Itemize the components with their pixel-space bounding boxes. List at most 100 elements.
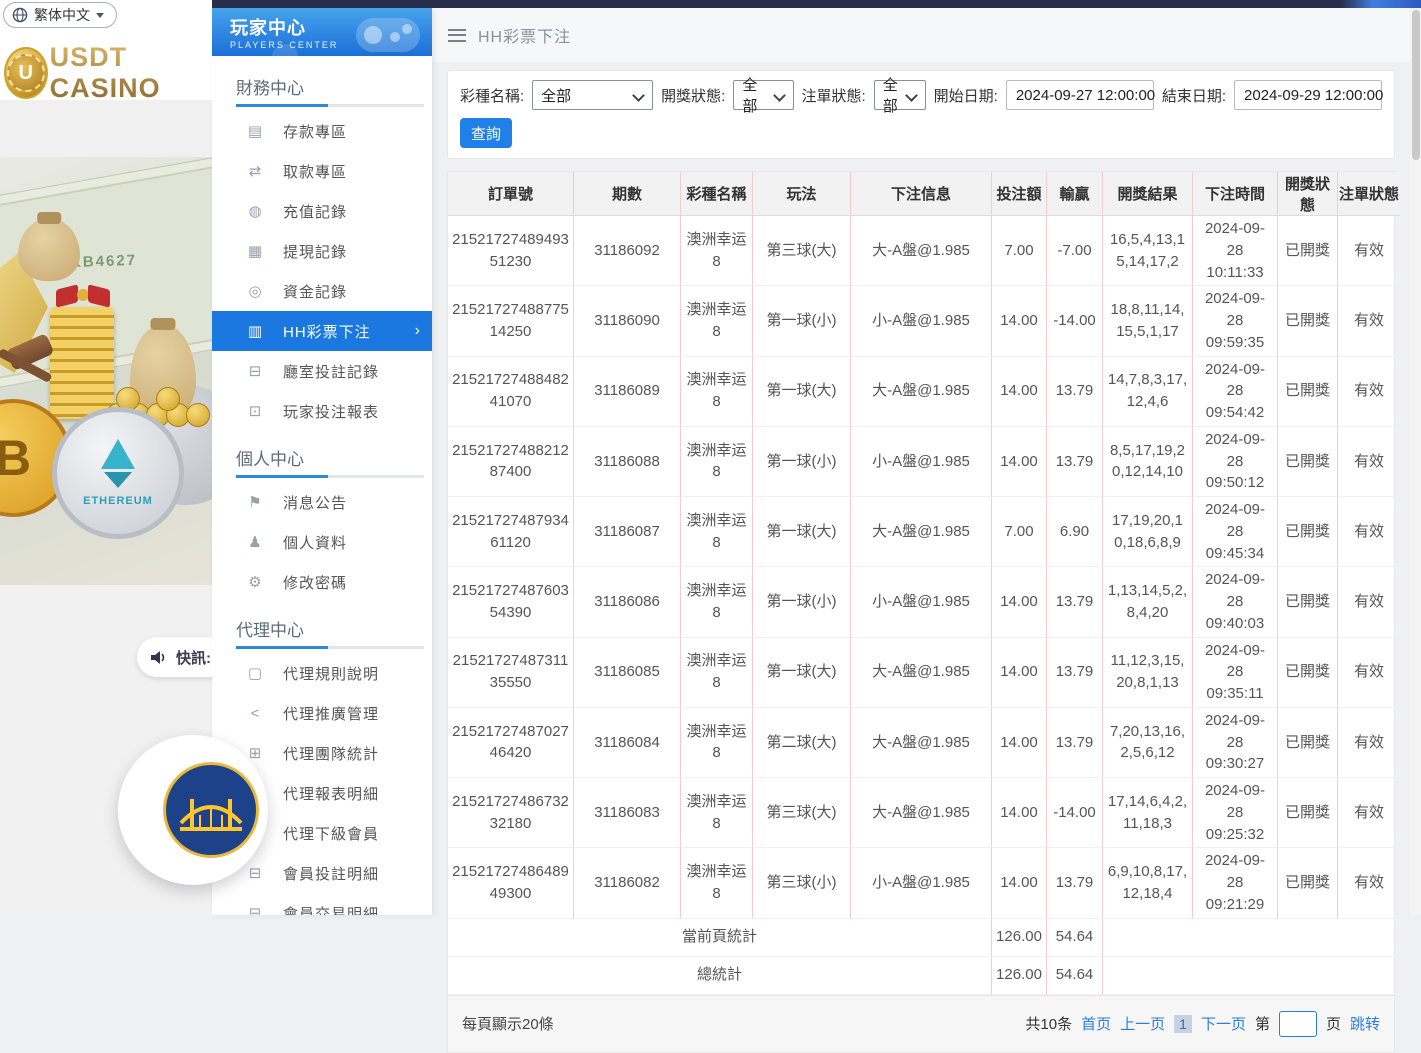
cell-bet-time: 2024-09-28 09:50:12: [1193, 427, 1278, 497]
order-status-select[interactable]: 全部: [874, 80, 926, 110]
cell-bet-amount: 14.00: [992, 638, 1047, 708]
cell-period: 31186085: [574, 638, 681, 708]
ethereum-logo-icon: [101, 439, 135, 469]
sidebar-section-title: 個人中心: [236, 445, 408, 475]
cell-bet-amount: 14.00: [992, 848, 1047, 918]
col-header-order-status: 注單狀態: [1338, 172, 1400, 216]
cell-bet-info: 大-A盤@1.985: [851, 708, 992, 778]
page-jump-input[interactable]: [1279, 1011, 1317, 1037]
sidebar-item-profile[interactable]: ♟個人資料: [212, 522, 432, 562]
sidebar-item-withdraw[interactable]: ⇄ 取款專區: [212, 151, 432, 191]
cell-play-type: 第一球(大): [753, 357, 851, 427]
money-bag-art: [18, 219, 80, 281]
cell-bet-amount: 14.00: [992, 427, 1047, 497]
cell-bet-info: 小-A盤@1.985: [851, 427, 992, 497]
sidebar-item-label: 會員交易明細: [283, 903, 379, 916]
cell-order-no: 2152172748821287400: [448, 427, 574, 497]
sidebar-item-recharge-record[interactable]: ◍充值記錄: [212, 191, 432, 231]
col-header-lottery-name: 彩種名稱: [681, 172, 753, 216]
sidebar-item-label: 代理下級會員: [283, 823, 379, 844]
cell-draw-result: 11,12,3,15,20,8,1,13: [1103, 638, 1193, 708]
cell-order-no: 2152172748877514250: [448, 286, 574, 356]
cell-draw-result: 1,13,14,5,2,8,4,20: [1103, 567, 1193, 637]
cell-period: 31186089: [574, 357, 681, 427]
end-date-input[interactable]: 2024-09-29 12:00:00: [1234, 80, 1382, 110]
cell-order-status: 有效: [1338, 216, 1400, 286]
floating-service-widget[interactable]: [118, 735, 268, 885]
table-body: 215217274894935123031186092澳洲幸运8第三球(大)大-…: [448, 216, 1400, 995]
cell-lottery-name: 澳洲幸运8: [681, 708, 753, 778]
sidebar-item-password-gear[interactable]: ⚙修改密碼: [212, 562, 432, 602]
sidebar-item-label: 取款專區: [283, 161, 347, 182]
first-page-link[interactable]: 首页: [1081, 1013, 1111, 1034]
cell-lottery-name: 澳洲幸运8: [681, 216, 753, 286]
scrollbar-thumb[interactable]: [1412, 10, 1420, 160]
notice-bell-icon: ⚑: [245, 493, 265, 511]
prev-page-link[interactable]: 上一页: [1120, 1013, 1165, 1034]
summary-bet-total: 126.00: [992, 919, 1047, 957]
cell-draw-status: 已開獎: [1278, 427, 1338, 497]
cell-order-status: 有效: [1338, 497, 1400, 567]
start-date-input[interactable]: 2024-09-27 12:00:00: [1006, 80, 1154, 110]
cell-period: 31186087: [574, 497, 681, 567]
cell-order-status: 有效: [1338, 427, 1400, 497]
jump-link[interactable]: 跳转: [1350, 1013, 1380, 1034]
search-button[interactable]: 查詢: [460, 118, 512, 148]
sidebar-item-bank-card[interactable]: ▤存款專區: [212, 111, 432, 151]
withdraw-icon: ⇄: [245, 162, 265, 180]
cell-order-no: 2152172748760354390: [448, 567, 574, 637]
cell-draw-result: 16,5,4,13,15,14,17,2: [1103, 216, 1193, 286]
cell-order-status: 有效: [1338, 778, 1400, 848]
left-top-bar: 繁体中文 U USDT CASINO: [0, 0, 212, 100]
start-date-label: 開始日期:: [934, 85, 998, 106]
cell-bet-info: 小-A盤@1.985: [851, 567, 992, 637]
sidebar-item-notice-bell[interactable]: ⚑消息公告: [212, 482, 432, 522]
sidebar-item-lottery-bet[interactable]: ▥HH彩票下注›: [212, 311, 432, 351]
profile-icon: ♟: [245, 533, 265, 551]
cell-draw-result: 7,20,13,16,2,5,6,12: [1103, 708, 1193, 778]
bets-table-card: 訂單號期數彩種名稱玩法下注信息投注額輸贏開獎結果下注時間開獎狀態注單狀態 215…: [447, 171, 1395, 996]
cell-lottery-name: 澳洲幸运8: [681, 497, 753, 567]
cell-order-status: 有效: [1338, 708, 1400, 778]
menu-toggle-icon[interactable]: [448, 29, 466, 42]
cell-period: 31186090: [574, 286, 681, 356]
agent-rules-icon: ▢: [245, 664, 265, 682]
cell-bet-amount: 14.00: [992, 708, 1047, 778]
cell-order-status: 有效: [1338, 848, 1400, 918]
language-label: 繁体中文: [34, 5, 90, 25]
section-underline-accent: [236, 646, 328, 649]
ethereum-label: ETHEREUM: [83, 495, 153, 507]
cell-period: 31186084: [574, 708, 681, 778]
sidebar-item-hall-bet-record[interactable]: ⊟廳室投註記錄: [212, 351, 432, 391]
cell-bet-time: 2024-09-28 09:45:34: [1193, 497, 1278, 567]
cell-draw-status: 已開獎: [1278, 848, 1338, 918]
cell-bet-time: 2024-09-28 09:40:03: [1193, 567, 1278, 637]
sidebar-item-player-report[interactable]: ⊡玩家投注報表: [212, 391, 432, 431]
sidebar-item-agent-rules[interactable]: ▢代理規則說明: [212, 653, 432, 693]
language-selector[interactable]: 繁体中文: [3, 2, 117, 28]
cell-bet-amount: 14.00: [992, 778, 1047, 848]
sidebar-item-funds-record[interactable]: ◎資金記錄: [212, 271, 432, 311]
section-underline-accent: [236, 475, 328, 478]
news-ticker[interactable]: 快訊:: [137, 637, 212, 677]
table-row: 215217274876035439031186086澳洲幸运8第一球(小)小-…: [448, 567, 1400, 637]
cell-play-type: 第二球(大): [753, 708, 851, 778]
next-page-link[interactable]: 下一页: [1201, 1013, 1246, 1034]
lottery-name-select[interactable]: 全部: [532, 80, 653, 110]
gavel-art: [2, 335, 66, 399]
sidebar-item-cashout-record[interactable]: ▦提現記錄: [212, 231, 432, 271]
scrollbar-track[interactable]: [1410, 8, 1421, 915]
table-head: 訂單號期數彩種名稱玩法下注信息投注額輸贏開獎結果下注時間開獎狀態注單狀態: [448, 172, 1400, 216]
cell-lottery-name: 澳洲幸运8: [681, 357, 753, 427]
cell-bet-time: 2024-09-28 09:54:42: [1193, 357, 1278, 427]
draw-status-select[interactable]: 全部: [733, 80, 793, 110]
sidebar-item-member-trade[interactable]: ⊟會員交易明細: [212, 893, 432, 915]
col-header-period: 期數: [574, 172, 681, 216]
sidebar-item-agent-promo[interactable]: <代理推廣管理: [212, 693, 432, 733]
cell-draw-status: 已開獎: [1278, 357, 1338, 427]
cell-order-no: 2152172748731135550: [448, 638, 574, 708]
cell-draw-status: 已開獎: [1278, 778, 1338, 848]
sidebar-section-title: 財務中心: [236, 74, 408, 104]
current-page[interactable]: 1: [1174, 1015, 1192, 1033]
cell-bet-time: 2024-09-28 09:30:27: [1193, 708, 1278, 778]
